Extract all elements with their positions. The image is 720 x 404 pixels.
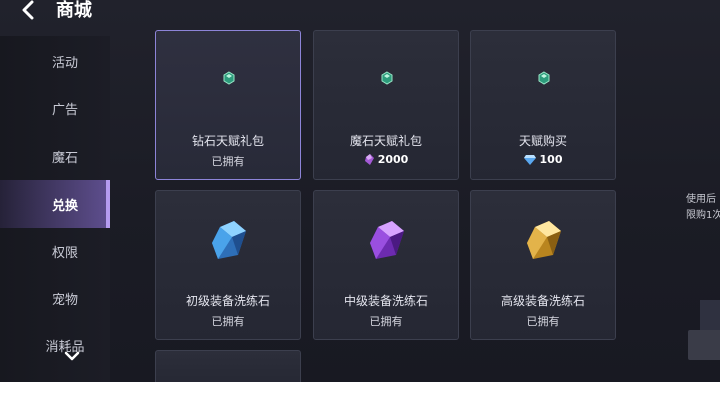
product-card-magic-stone-talent-pack[interactable]: 魔石天赋礼包 2000 (313, 30, 459, 180)
shop-screen: 商城 活动 广告 魔石 兑换 权限 宠物 消耗品 钻石天赋礼包 已拥有 魔石天赋… (0, 0, 720, 382)
product-card-advanced-refine-stone[interactable]: 高级装备洗练石 已拥有 (470, 190, 616, 340)
green-gem-icon (381, 71, 393, 85)
green-gem-icon (538, 71, 550, 85)
price-value: 100 (539, 153, 563, 166)
product-name: 钻石天赋礼包 (191, 134, 264, 148)
back-arrow-icon[interactable] (18, 0, 40, 20)
sidebar-item-label: 宠物 (51, 292, 78, 308)
sidebar-item-label: 魔石 (51, 150, 78, 166)
sidebar-item-label: 活动 (51, 55, 78, 71)
owned-status: 已拥有 (471, 313, 615, 329)
sidebar-item-privileges[interactable]: 权限 (0, 227, 110, 275)
product-card-intermediate-refine-stone[interactable]: 中级装备洗练石 已拥有 (313, 190, 459, 340)
blue-diamond-icon (523, 154, 536, 165)
price-value: 2000 (377, 153, 409, 166)
owned-status: 已拥有 (156, 153, 300, 169)
gold-crystal-icon (527, 221, 561, 259)
purple-magic-stone-icon (364, 154, 374, 165)
sidebar-item-ads[interactable]: 广告 (0, 84, 110, 132)
owned-status: 已拥有 (314, 313, 458, 329)
product-card-partial[interactable] (155, 350, 301, 382)
sidebar-item-label: 兑换 (51, 198, 78, 214)
chevron-down-icon[interactable] (64, 351, 80, 361)
product-card-diamond-talent-pack[interactable]: 钻石天赋礼包 已拥有 (155, 30, 301, 180)
category-sidebar: 活动 广告 魔石 兑换 权限 宠物 消耗品 (0, 36, 110, 382)
blue-crystal-icon (212, 221, 246, 259)
sidebar-item-label: 广告 (51, 102, 78, 118)
product-name: 魔石天赋礼包 (349, 134, 422, 148)
owned-status: 已拥有 (156, 313, 300, 329)
status-text: 已拥有 (211, 155, 245, 168)
sidebar-item-exchange[interactable]: 兑换 (0, 180, 110, 228)
status-text: 已拥有 (211, 315, 245, 328)
info-text-line2: 限购1次 (686, 210, 720, 221)
purchase-button[interactable] (688, 330, 720, 360)
sidebar-item-pets[interactable]: 宠物 (0, 274, 110, 322)
sidebar-item-activity[interactable]: 活动 (0, 37, 110, 85)
sidebar-item-magic-stone[interactable]: 魔石 (0, 132, 110, 180)
price-tag: 2000 (314, 153, 458, 166)
product-name: 高级装备洗练石 (500, 294, 585, 308)
page-title: 商城 (56, 0, 92, 21)
status-text: 已拥有 (369, 315, 403, 328)
price-tag: 100 (471, 153, 615, 166)
panel-decoration (700, 300, 720, 330)
sidebar-item-label: 权限 (51, 245, 78, 261)
info-text-line1: 使用后 (686, 194, 716, 205)
product-name: 初级装备洗练石 (185, 294, 270, 308)
sidebar-item-consumables[interactable]: 消耗品 (0, 321, 110, 369)
status-text: 已拥有 (526, 315, 560, 328)
product-name: 天赋购买 (518, 134, 567, 148)
product-card-talent-purchase[interactable]: 天赋购买 100 (470, 30, 616, 180)
product-name: 中级装备洗练石 (343, 294, 428, 308)
product-card-basic-refine-stone[interactable]: 初级装备洗练石 已拥有 (155, 190, 301, 340)
green-gem-icon (223, 71, 235, 85)
purple-crystal-icon (370, 221, 404, 259)
